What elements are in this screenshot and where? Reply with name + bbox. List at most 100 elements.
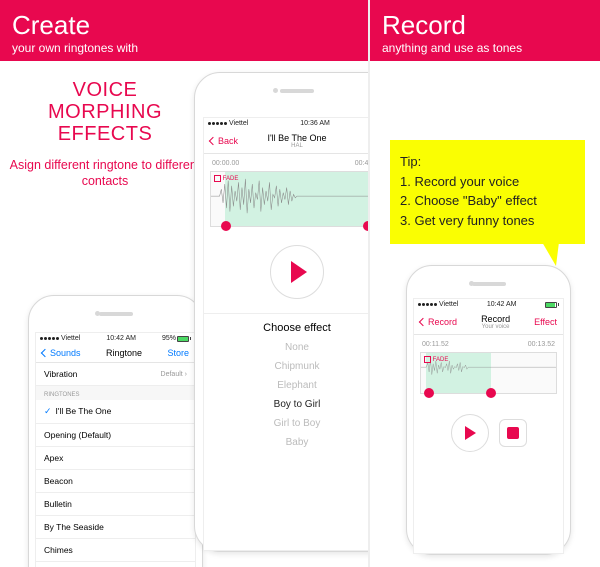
effect-option[interactable]: Chipmunk xyxy=(204,357,368,376)
vibration-row[interactable]: Vibration Default › xyxy=(36,363,195,386)
fade-checkbox[interactable]: FADE xyxy=(424,356,448,363)
fade-label: FADE xyxy=(223,176,239,182)
header-subtitle: your own ringtones with xyxy=(12,41,356,55)
time-end: 00:40.00 xyxy=(355,160,368,167)
carrier: Viettel xyxy=(61,335,80,342)
status-bar: Viettel 10:42 AM xyxy=(414,299,563,310)
nav-title: RecordYour voice xyxy=(481,314,510,330)
vibration-label: Vibration xyxy=(44,369,77,379)
promo-sub: Asign different ringtone to different co… xyxy=(8,157,202,190)
ringtone-row[interactable]: Opening (Default) xyxy=(36,424,195,447)
battery-icon xyxy=(545,302,559,308)
back-label: Back xyxy=(218,136,238,146)
ringtone-name: I'll Be The One xyxy=(56,406,112,416)
chevron-left-icon xyxy=(209,137,217,145)
play-button[interactable] xyxy=(270,245,324,299)
back-button[interactable]: Back xyxy=(210,136,238,146)
play-icon xyxy=(291,261,307,283)
nav-title: Ringtone xyxy=(106,348,142,358)
trim-handle-left[interactable] xyxy=(424,388,434,398)
effect-option[interactable]: Baby xyxy=(204,433,368,452)
time-end: 00:13.52 xyxy=(528,341,555,348)
check-icon: ✓ xyxy=(44,406,52,416)
tip-title: Tip: xyxy=(400,152,575,172)
recorder-controls xyxy=(414,398,563,468)
play-icon xyxy=(465,426,476,440)
stop-button[interactable] xyxy=(499,419,527,447)
status-bar: Viettel 10:42 AM 95% xyxy=(36,333,195,344)
waveform-editor[interactable]: 00:00.00 00:40.00 FADE xyxy=(204,154,368,231)
ringtone-row-selected[interactable]: ✓ I'll Be The One xyxy=(36,400,195,424)
header-create: Create your own ringtones with xyxy=(0,0,368,61)
promo-text: VOICE MORPHING EFFECTS Asign different r… xyxy=(0,61,210,200)
nav-subtitle: HAL xyxy=(267,143,326,149)
ringtone-row[interactable]: Bulletin xyxy=(36,493,195,516)
promo-line: EFFECTS xyxy=(58,123,153,145)
nav-title: I'll Be The OneHAL xyxy=(267,133,326,149)
ringtone-row[interactable]: Apex xyxy=(36,447,195,470)
timeline: 00:00.00 00:40.00 xyxy=(210,158,368,171)
back-button[interactable]: Record xyxy=(420,317,457,327)
screen: Viettel 10:36 AM ● Back I'll Be The OneH… xyxy=(203,117,368,551)
waveform-editor[interactable]: 00:11.52 00:13.52 FADE xyxy=(414,335,563,398)
effect-option-active[interactable]: Boy to Girl xyxy=(204,395,368,414)
ringtone-row[interactable]: Circuit xyxy=(36,562,195,567)
nav-subtitle: Your voice xyxy=(481,324,510,330)
clock: 10:36 AM xyxy=(300,120,330,127)
ringtone-name: Apex xyxy=(44,453,63,463)
store-button[interactable]: Store xyxy=(167,348,189,358)
panel-record: Record anything and use as tones Tip: 1.… xyxy=(368,0,600,567)
promo-line: MORPHING xyxy=(48,101,162,123)
ringtone-row[interactable]: Beacon xyxy=(36,470,195,493)
screen: Viettel 10:42 AM 95% Sounds Ringtone Sto… xyxy=(35,332,196,567)
ringtone-row[interactable]: By The Seaside xyxy=(36,516,195,539)
battery-icon: 95% xyxy=(162,335,191,342)
vibration-value: Default › xyxy=(161,371,187,378)
ringtone-row[interactable]: Chimes xyxy=(36,539,195,562)
nav-bar: Sounds Ringtone Store xyxy=(36,344,195,363)
ringtone-name: By The Seaside xyxy=(44,522,104,532)
ringtone-name: Bulletin xyxy=(44,499,72,509)
time-start: 00:11.52 xyxy=(422,341,449,348)
trim-handle-left[interactable] xyxy=(221,221,231,231)
promo-main: VOICE MORPHING EFFECTS xyxy=(8,79,202,145)
chevron-left-icon xyxy=(419,318,427,326)
chevron-left-icon xyxy=(41,349,49,357)
screen: Viettel 10:42 AM Record RecordYour voice… xyxy=(413,298,564,554)
tip-line: 3. Get very funny tones xyxy=(400,211,575,231)
header-subtitle: anything and use as tones xyxy=(382,41,588,55)
clock: 10:42 AM xyxy=(487,301,517,308)
ringtone-name: Chimes xyxy=(44,545,73,555)
waveform[interactable]: FADE xyxy=(420,352,557,394)
nav-bar: Back I'll Be The OneHAL xyxy=(204,129,368,154)
ringtone-name: Beacon xyxy=(44,476,73,486)
carrier: Viettel xyxy=(229,120,248,127)
back-label: Sounds xyxy=(50,348,81,358)
effect-option[interactable]: Elephant xyxy=(204,376,368,395)
battery-pct: 95% xyxy=(162,335,176,342)
clock: 10:42 AM xyxy=(106,335,136,342)
panel-create: Create your own ringtones with VOICE MOR… xyxy=(0,0,368,567)
effects-title: Choose effect xyxy=(204,313,368,338)
effect-option[interactable]: Girl to Boy xyxy=(204,414,368,433)
trim-handle-right[interactable] xyxy=(486,388,496,398)
fade-label: FADE xyxy=(433,357,449,363)
tip-line: 2. Choose "Baby" effect xyxy=(400,191,575,211)
play-button[interactable] xyxy=(451,414,489,452)
phone-editor: Viettel 10:36 AM ● Back I'll Be The OneH… xyxy=(194,72,368,552)
header-title: Record xyxy=(382,10,588,41)
effect-option[interactable]: None xyxy=(204,338,368,357)
header-title: Create xyxy=(12,10,356,41)
promo-line: VOICE xyxy=(73,79,138,101)
waveform[interactable]: FADE xyxy=(210,171,368,227)
tip-callout: Tip: 1. Record your voice 2. Choose "Bab… xyxy=(390,140,585,244)
status-bar: Viettel 10:36 AM ● xyxy=(204,118,368,129)
tip-line: 1. Record your voice xyxy=(400,172,575,192)
nav-bar: Record RecordYour voice Effect xyxy=(414,310,563,335)
fade-checkbox[interactable]: FADE xyxy=(214,175,238,182)
effect-button[interactable]: Effect xyxy=(534,317,557,327)
carrier: Viettel xyxy=(439,301,458,308)
phone-recorder: Viettel 10:42 AM Record RecordYour voice… xyxy=(406,265,571,555)
back-button[interactable]: Sounds xyxy=(42,348,81,358)
header-record: Record anything and use as tones xyxy=(370,0,600,61)
